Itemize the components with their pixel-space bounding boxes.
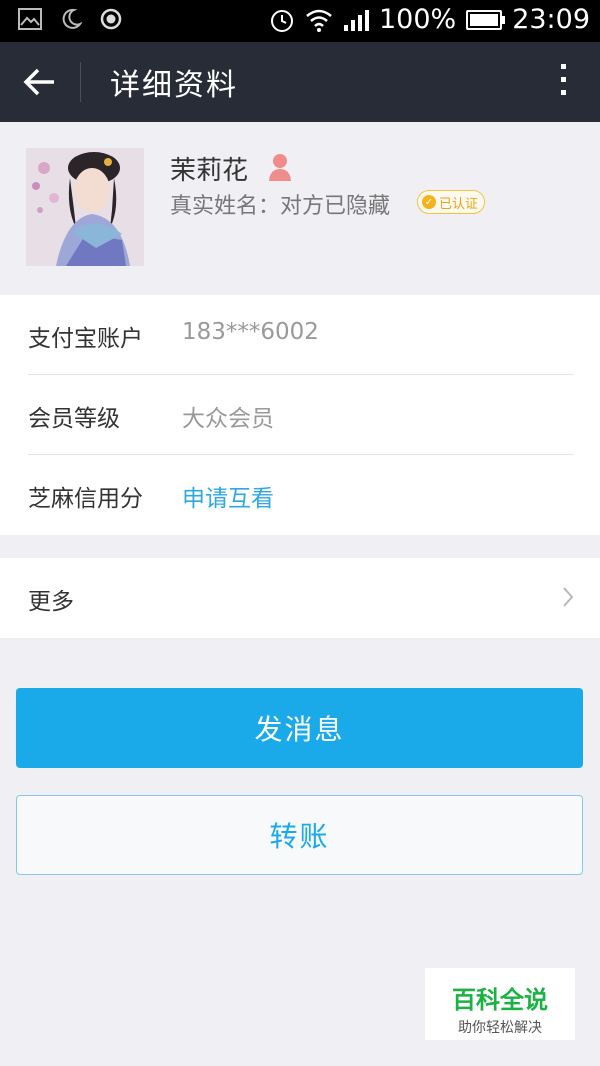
info-label: 支付宝账户 (28, 326, 143, 352)
alarm-icon (270, 9, 293, 32)
more-label: 更多 (28, 589, 74, 615)
moon-icon (62, 8, 82, 29)
battery-percent: 100% (378, 4, 457, 35)
request-mutual-view-link[interactable]: 申请互看 (182, 479, 274, 513)
membership-level-row: 会员等级 大众会员 (28, 375, 574, 455)
info-card: 支付宝账户 183***6002 会员等级 大众会员 芝麻信用分 申请互看 (0, 295, 600, 535)
transfer-button[interactable]: 转账 (16, 795, 583, 875)
sesame-credit-row: 芝麻信用分 申请互看 (28, 455, 574, 535)
female-user-icon (269, 154, 291, 181)
watermark-title: 百科全说 (452, 986, 548, 1014)
check-icon: ✓ (422, 195, 436, 209)
clock: 23:09 (512, 4, 590, 35)
send-message-button[interactable]: 发消息 (16, 688, 583, 768)
status-bar: 100% 23:09 (0, 0, 600, 42)
image-icon (18, 8, 42, 30)
watermark-logo: 百科全说 助你轻松解决 (425, 968, 575, 1040)
info-label: 芝麻信用分 (28, 486, 143, 512)
verified-badge: ✓ 已认证 (417, 190, 486, 214)
avatar[interactable] (26, 148, 144, 266)
alipay-account-row: 支付宝账户 183***6002 (28, 295, 574, 375)
wifi-icon (306, 9, 332, 32)
real-name-text: 真实姓名：对方已隐藏 (170, 194, 391, 219)
info-label: 会员等级 (28, 406, 120, 432)
chevron-right-icon (563, 587, 574, 607)
back-arrow-icon[interactable] (20, 62, 64, 102)
battery-icon (466, 9, 506, 30)
watermark-subtitle: 助你轻松解决 (458, 1020, 542, 1036)
verified-label: 已认证 (439, 196, 479, 212)
nickname: 茉莉花 (170, 156, 249, 186)
info-value: 大众会员 (182, 406, 274, 432)
overflow-menu-icon[interactable] (556, 64, 570, 100)
profile-header: 茉莉花 真实姓名：对方已隐藏 ✓ 已认证 (0, 122, 600, 294)
more-row[interactable]: 更多 (0, 558, 600, 638)
title-divider (80, 62, 81, 102)
page-title: 详细资料 (110, 68, 238, 103)
record-icon (100, 8, 122, 30)
info-value: 183***6002 (182, 319, 319, 345)
signal-icon (343, 9, 369, 31)
status-left-icons (18, 8, 122, 30)
title-bar: 详细资料 (0, 42, 600, 122)
status-right: 100% 23:09 (269, 4, 590, 35)
